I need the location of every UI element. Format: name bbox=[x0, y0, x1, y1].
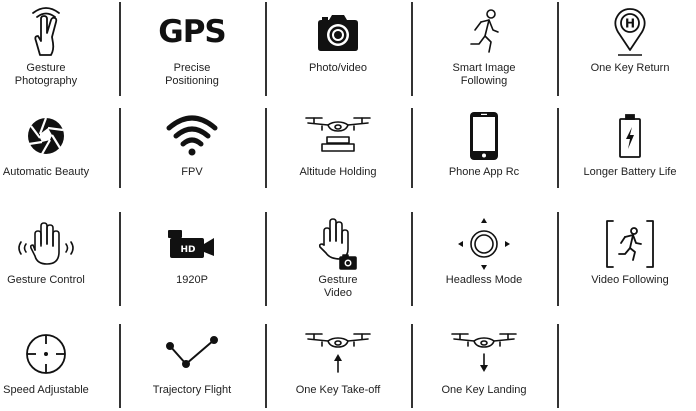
aperture-icon bbox=[0, 106, 96, 166]
feature-label: Gesture Photography bbox=[14, 62, 78, 87]
speed-crosshair-icon bbox=[0, 324, 96, 384]
feature-one-key-take-off: One Key Take-off bbox=[265, 324, 411, 397]
feature-label: Automatic Beauty bbox=[2, 166, 90, 178]
feature-label: One Key Take-off bbox=[295, 384, 381, 396]
feature-label: Smart Image Following bbox=[452, 62, 516, 87]
feature-label: Photo/video bbox=[308, 62, 368, 74]
feature-label: Gesture Control bbox=[7, 274, 85, 286]
feature-longer-battery-life: Longer Battery Life bbox=[557, 106, 696, 179]
feature-automatic-beauty: Automatic Beauty bbox=[0, 106, 119, 179]
feature-altitude-holding: Altitude Holding bbox=[265, 106, 411, 179]
feature-one-key-landing: One Key Landing bbox=[411, 324, 557, 397]
running-person-icon bbox=[434, 2, 534, 62]
feature-label: Speed Adjustable bbox=[3, 384, 89, 396]
features-sheet: { "features": [ {"icon":"gesture-hand-ic… bbox=[0, 0, 696, 411]
home-pin-letter: H bbox=[625, 17, 635, 31]
drone-altitude-icon bbox=[288, 106, 388, 166]
video-camera-icon: HD bbox=[142, 214, 242, 274]
feature-label: Trajectory Flight bbox=[152, 384, 232, 396]
feature-label: Headless Mode bbox=[445, 274, 523, 286]
home-pin-icon: H bbox=[580, 2, 680, 62]
video-follow-icon bbox=[580, 214, 680, 274]
waving-hand-icon bbox=[0, 214, 96, 274]
feature-phone-app-rc: Phone App Rc bbox=[411, 106, 557, 179]
trajectory-icon bbox=[142, 324, 242, 384]
feature-label: Phone App Rc bbox=[448, 166, 520, 178]
feature-label: Video Following bbox=[591, 274, 669, 286]
feature-label: Altitude Holding bbox=[299, 166, 377, 178]
feature-1920p: HD 1920P bbox=[119, 214, 265, 287]
feature-gesture-video: Gesture Video bbox=[265, 214, 411, 300]
feature-trajectory-flight: Trajectory Flight bbox=[119, 324, 265, 397]
gps-text: GPS bbox=[158, 14, 226, 50]
separator bbox=[557, 324, 559, 408]
feature-speed-adjustable: Speed Adjustable bbox=[0, 324, 119, 397]
feature-label: FPV bbox=[181, 166, 203, 178]
wifi-icon bbox=[142, 106, 242, 166]
feature-gesture-control: Gesture Control bbox=[0, 214, 119, 287]
feature-one-key-return: H One Key Return bbox=[557, 2, 696, 75]
feature-fpv: FPV bbox=[119, 106, 265, 179]
gps-text-icon: GPS bbox=[142, 2, 242, 62]
feature-video-following: Video Following bbox=[557, 214, 696, 287]
feature-label: Gesture Video bbox=[318, 274, 358, 299]
drone-landing-icon bbox=[434, 324, 534, 384]
feature-photo-video: Photo/video bbox=[265, 2, 411, 75]
battery-icon bbox=[580, 106, 680, 166]
feature-smart-image-following: Smart Image Following bbox=[411, 2, 557, 88]
hand-camera-icon bbox=[288, 214, 388, 274]
feature-label: Precise Positioning bbox=[165, 62, 219, 87]
hd-badge-text: HD bbox=[180, 245, 195, 255]
feature-label: 1920P bbox=[176, 274, 208, 286]
feature-precise-positioning: GPS Precise Positioning bbox=[119, 2, 265, 88]
feature-label: One Key Landing bbox=[441, 384, 527, 396]
feature-headless-mode: Headless Mode bbox=[411, 214, 557, 287]
camera-icon bbox=[288, 2, 388, 62]
feature-gesture-photography: Gesture Photography bbox=[0, 2, 119, 88]
smartphone-icon bbox=[434, 106, 534, 166]
feature-label: Longer Battery Life bbox=[583, 166, 677, 178]
feature-label: One Key Return bbox=[590, 62, 670, 74]
headless-joystick-icon bbox=[434, 214, 534, 274]
drone-takeoff-icon bbox=[288, 324, 388, 384]
gesture-hand-icon bbox=[0, 2, 96, 62]
